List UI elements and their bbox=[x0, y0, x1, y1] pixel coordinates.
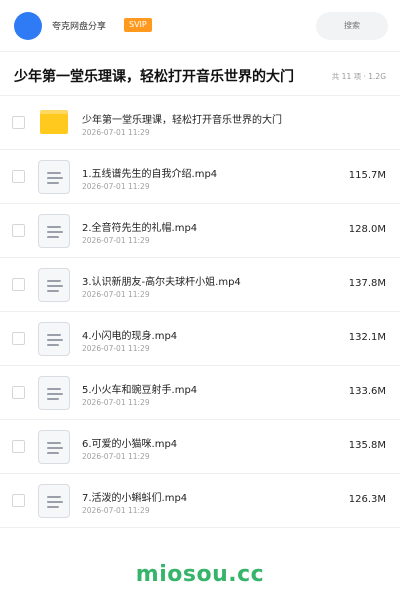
folder-icon bbox=[40, 110, 68, 134]
select-checkbox[interactable] bbox=[12, 170, 25, 183]
file-size: 128.0M bbox=[348, 224, 386, 235]
video-file-icon bbox=[38, 214, 70, 248]
list-item[interactable]: 2.全音符先生的礼帽.mp4 2026-07-01 11:29 128.0M bbox=[0, 204, 400, 258]
video-file-icon bbox=[38, 430, 70, 464]
list-item[interactable]: 6.可爱的小猫咪.mp4 2026-07-01 11:29 135.8M bbox=[0, 420, 400, 474]
file-date: 2026-07-01 11:29 bbox=[82, 290, 150, 299]
file-size: 126.3M bbox=[348, 494, 386, 505]
file-count-size: 共 11 项 · 1.2G bbox=[331, 72, 386, 81]
file-name: 4.小闪电的现身.mp4 bbox=[82, 331, 178, 342]
video-file-icon bbox=[38, 322, 70, 356]
page-title: 少年第一堂乐理课，轻松打开音乐世界的大门 bbox=[14, 69, 294, 85]
select-checkbox[interactable] bbox=[12, 494, 25, 507]
share-title-bar: 少年第一堂乐理课，轻松打开音乐世界的大门 共 11 项 · 1.2G bbox=[0, 52, 400, 96]
select-checkbox[interactable] bbox=[12, 386, 25, 399]
file-name: 6.可爱的小猫咪.mp4 bbox=[82, 439, 178, 450]
file-list: 少年第一堂乐理课，轻松打开音乐世界的大门 2026-07-01 11:29 1.… bbox=[0, 96, 400, 528]
list-item[interactable]: 4.小闪电的现身.mp4 2026-07-01 11:29 132.1M bbox=[0, 312, 400, 366]
video-file-icon bbox=[38, 376, 70, 410]
file-name: 5.小火车和豌豆射手.mp4 bbox=[82, 385, 198, 396]
search-input[interactable] bbox=[316, 12, 388, 40]
brand-label: 夸克网盘分享 bbox=[52, 22, 107, 32]
file-date: 2026-07-01 11:29 bbox=[82, 128, 150, 137]
select-checkbox[interactable] bbox=[12, 278, 25, 291]
video-file-icon bbox=[38, 268, 70, 302]
file-date: 2026-07-01 11:29 bbox=[82, 182, 150, 191]
file-date: 2026-07-01 11:29 bbox=[82, 344, 150, 353]
list-item-folder[interactable]: 少年第一堂乐理课，轻松打开音乐世界的大门 2026-07-01 11:29 bbox=[0, 96, 400, 150]
list-item[interactable]: 7.活泼的小蝌蚪们.mp4 2026-07-01 11:29 126.3M bbox=[0, 474, 400, 528]
select-checkbox[interactable] bbox=[12, 332, 25, 345]
app-header: 夸克网盘分享 SVIP bbox=[0, 0, 400, 52]
video-file-icon bbox=[38, 160, 70, 194]
file-date: 2026-07-01 11:29 bbox=[82, 236, 150, 245]
file-name: 少年第一堂乐理课，轻松打开音乐世界的大门 bbox=[82, 115, 282, 126]
list-item[interactable]: 1.五线谱先生的自我介绍.mp4 2026-07-01 11:29 115.7M bbox=[0, 150, 400, 204]
file-size: 137.8M bbox=[348, 278, 386, 289]
video-file-icon bbox=[38, 484, 70, 518]
file-size: 132.1M bbox=[348, 332, 386, 343]
file-size: 115.7M bbox=[348, 170, 386, 181]
file-size: 133.6M bbox=[348, 386, 386, 397]
file-name: 1.五线谱先生的自我介绍.mp4 bbox=[82, 169, 218, 180]
file-name: 7.活泼的小蝌蚪们.mp4 bbox=[82, 493, 188, 504]
file-name: 2.全音符先生的礼帽.mp4 bbox=[82, 223, 198, 234]
file-name: 3.认识新朋友-高尔夫球杆小姐.mp4 bbox=[82, 277, 241, 288]
list-item[interactable]: 5.小火车和豌豆射手.mp4 2026-07-01 11:29 133.6M bbox=[0, 366, 400, 420]
list-item[interactable]: 3.认识新朋友-高尔夫球杆小姐.mp4 2026-07-01 11:29 137… bbox=[0, 258, 400, 312]
select-checkbox[interactable] bbox=[12, 224, 25, 237]
file-size: 135.8M bbox=[348, 440, 386, 451]
svip-badge: SVIP bbox=[124, 18, 152, 32]
file-date: 2026-07-01 11:29 bbox=[82, 398, 150, 407]
watermark: miosou.cc bbox=[135, 562, 265, 587]
select-checkbox[interactable] bbox=[12, 116, 25, 129]
file-date: 2026-07-01 11:29 bbox=[82, 506, 150, 515]
select-checkbox[interactable] bbox=[12, 440, 25, 453]
file-date: 2026-07-01 11:29 bbox=[82, 452, 150, 461]
avatar[interactable] bbox=[14, 12, 42, 40]
